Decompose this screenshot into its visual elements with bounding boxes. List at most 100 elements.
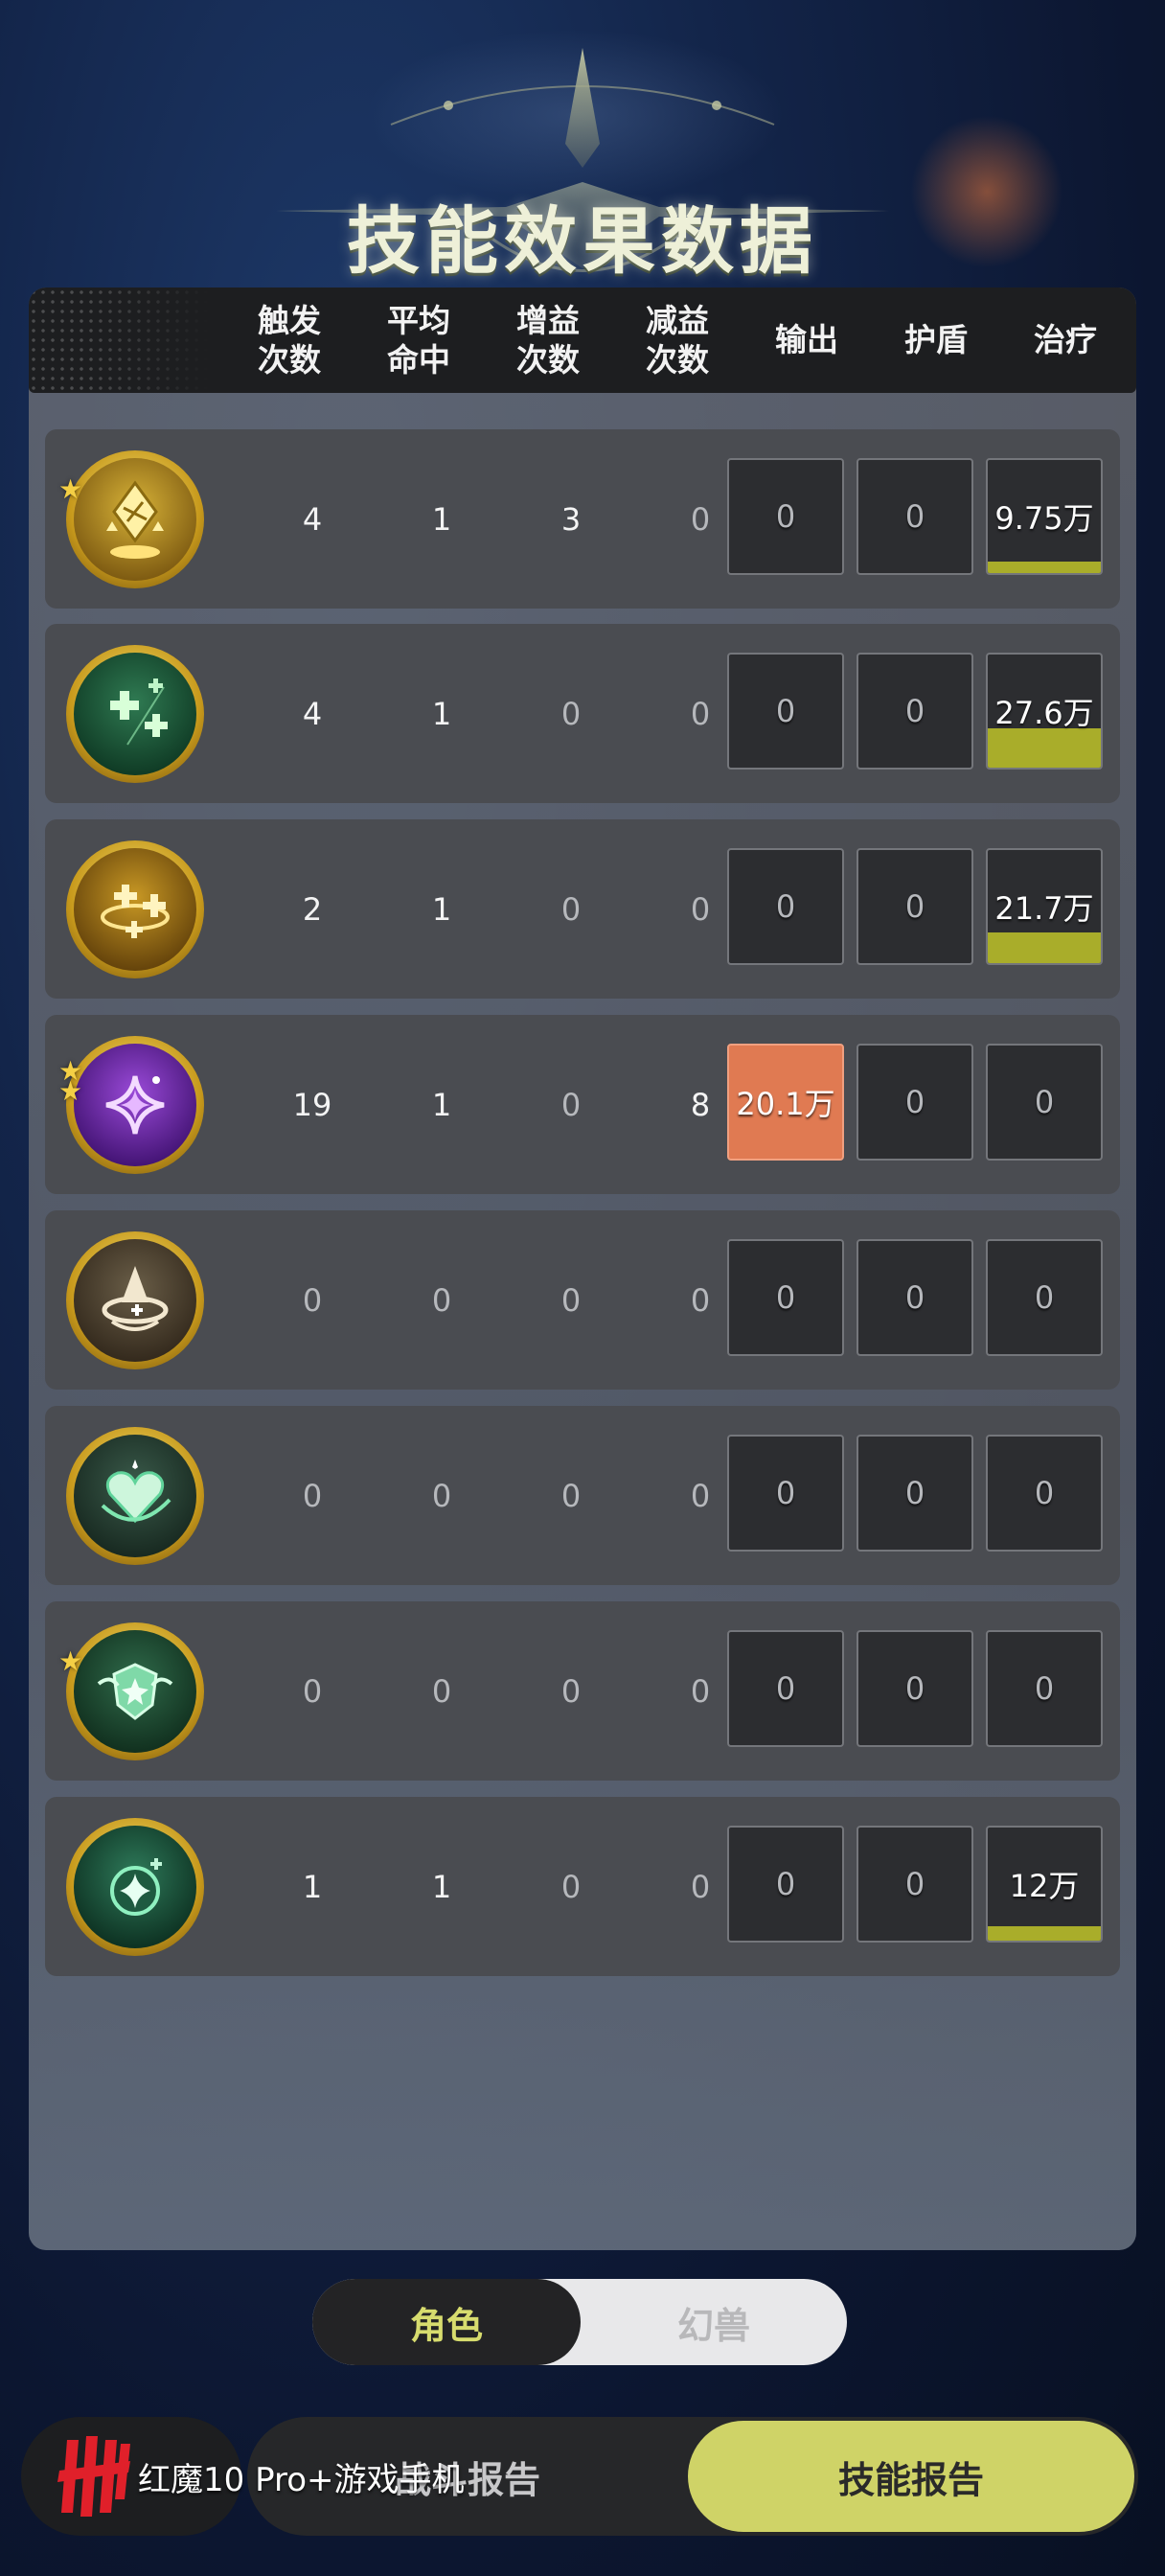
shield-value: 0 bbox=[904, 1670, 925, 1707]
skill-icon-frame[interactable] bbox=[66, 1427, 204, 1565]
skill-icon-frame[interactable] bbox=[66, 450, 204, 588]
heal-cell[interactable]: 27.6万 bbox=[986, 653, 1103, 770]
skill-row: ★ 0 0 0 0 0 0 0 bbox=[45, 1601, 1120, 1781]
heal-value: 27.6万 bbox=[994, 695, 1094, 731]
buff-count-value: 0 bbox=[560, 695, 582, 732]
trigger-count-value: 4 bbox=[302, 500, 323, 538]
heal-value: 12万 bbox=[1009, 1868, 1080, 1904]
shield-cell[interactable]: 0 bbox=[857, 848, 973, 965]
brand-watermark-text: 红魔10 Pro+游戏手机 bbox=[138, 2461, 465, 2499]
trigger-count-value: 4 bbox=[302, 695, 323, 732]
heal-cell[interactable]: 0 bbox=[986, 1435, 1103, 1552]
average-hit-value: 1 bbox=[431, 890, 452, 928]
heal-value: 0 bbox=[1034, 1670, 1055, 1707]
shield-cell[interactable]: 0 bbox=[857, 1435, 973, 1552]
heal-cell[interactable]: 0 bbox=[986, 1239, 1103, 1356]
output-value: 20.1万 bbox=[736, 1086, 835, 1122]
skill-icon-frame[interactable] bbox=[66, 1622, 204, 1760]
skill-row: 2 1 0 0 0 0 21.7万 bbox=[45, 819, 1120, 999]
shield-cell[interactable]: 0 bbox=[857, 458, 973, 575]
trigger-count-value: 0 bbox=[302, 1477, 323, 1514]
buff-count-value: 0 bbox=[560, 1868, 582, 1905]
output-value: 0 bbox=[775, 888, 796, 925]
heal-value: 21.7万 bbox=[994, 890, 1094, 927]
column-header-buff-count: 增益 次数 bbox=[516, 301, 580, 379]
heal-cell[interactable]: 0 bbox=[986, 1630, 1103, 1747]
skill-icon-frame[interactable] bbox=[66, 1036, 204, 1174]
shield-value: 0 bbox=[904, 1866, 925, 1902]
shield-value: 0 bbox=[904, 1084, 925, 1120]
buff-count-value: 0 bbox=[560, 1086, 582, 1123]
heal-bar bbox=[988, 932, 1101, 963]
average-hit-value: 1 bbox=[431, 500, 452, 538]
trigger-count-value: 1 bbox=[302, 1868, 323, 1905]
skill-row: 1 1 0 0 0 0 12万 bbox=[45, 1797, 1120, 1976]
column-header-heal: 治疗 bbox=[1034, 321, 1097, 359]
shield-cell[interactable]: 0 bbox=[857, 1044, 973, 1161]
green-sparkle-cross-icon bbox=[74, 653, 196, 775]
buff-count-value: 3 bbox=[560, 500, 582, 538]
output-cell[interactable]: 0 bbox=[727, 1630, 844, 1747]
trigger-count-value: 0 bbox=[302, 1281, 323, 1319]
green-winged-shield-icon bbox=[74, 1630, 196, 1753]
tab-skill-report[interactable]: 技能报告 bbox=[688, 2421, 1134, 2532]
skill-icon-frame[interactable] bbox=[66, 840, 204, 978]
skill-row: 0000000 bbox=[45, 1406, 1120, 1585]
shield-value: 0 bbox=[904, 693, 925, 729]
shield-cell[interactable]: 0 bbox=[857, 653, 973, 770]
output-cell[interactable]: 20.1万 bbox=[727, 1044, 844, 1161]
skill-icon-frame[interactable] bbox=[66, 1231, 204, 1369]
green-heart-icon bbox=[74, 1435, 196, 1557]
average-hit-value: 1 bbox=[431, 695, 452, 732]
column-header-output: 输出 bbox=[775, 321, 838, 359]
heal-bar bbox=[988, 728, 1101, 768]
purple-four-point-star-icon bbox=[74, 1044, 196, 1166]
heal-bar bbox=[988, 1926, 1101, 1941]
column-header-trigger-count: 触发 次数 bbox=[258, 301, 321, 379]
heal-bar bbox=[988, 562, 1101, 573]
output-cell[interactable]: 0 bbox=[727, 1435, 844, 1552]
heal-value: 0 bbox=[1034, 1084, 1055, 1120]
toggle-beast-button[interactable]: 幻兽 bbox=[581, 2279, 847, 2365]
average-hit-value: 1 bbox=[431, 1868, 452, 1905]
output-cell[interactable]: 0 bbox=[727, 848, 844, 965]
output-cell[interactable]: 0 bbox=[727, 653, 844, 770]
heal-value: 9.75万 bbox=[994, 500, 1094, 537]
output-cell[interactable]: 0 bbox=[727, 1239, 844, 1356]
skill-row: ★ ★ 19 1 0 8 20.1万 0 0 bbox=[45, 1015, 1120, 1194]
page-title: 技能效果数据 bbox=[347, 198, 818, 284]
skill-icon-frame[interactable] bbox=[66, 1818, 204, 1956]
skill-icon-frame[interactable] bbox=[66, 645, 204, 783]
toggle-role-button[interactable]: 角色 bbox=[312, 2279, 581, 2365]
output-cell[interactable]: 0 bbox=[727, 458, 844, 575]
heal-cell[interactable]: 12万 bbox=[986, 1826, 1103, 1943]
output-cell[interactable]: 0 bbox=[727, 1826, 844, 1943]
skill-star-rank: ★ ★ bbox=[58, 1055, 83, 1107]
output-value: 0 bbox=[775, 1670, 796, 1707]
shield-cell[interactable]: 0 bbox=[857, 1826, 973, 1943]
output-value: 0 bbox=[775, 693, 796, 729]
output-value: 0 bbox=[775, 1475, 796, 1511]
skill-row: 4 1 0 0 0 0 27.6万 bbox=[45, 624, 1120, 803]
column-header-shield: 护盾 bbox=[904, 321, 968, 359]
skill-row: ★ 4 1 3 0 0 0 9.75万 bbox=[45, 429, 1120, 609]
heal-cell[interactable]: 0 bbox=[986, 1044, 1103, 1161]
trigger-count-value: 19 bbox=[292, 1086, 332, 1123]
green-sparkle-orb-icon bbox=[74, 1826, 196, 1948]
trigger-count-value: 0 bbox=[302, 1672, 323, 1710]
shield-value: 0 bbox=[904, 1475, 925, 1511]
skill-star-rank: ★ bbox=[58, 1645, 83, 1677]
output-value: 0 bbox=[775, 1279, 796, 1316]
buff-count-value: 0 bbox=[560, 1672, 582, 1710]
shield-cell[interactable]: 0 bbox=[857, 1630, 973, 1747]
trigger-count-value: 2 bbox=[302, 890, 323, 928]
shield-value: 0 bbox=[904, 1279, 925, 1316]
shield-cell[interactable]: 0 bbox=[857, 1239, 973, 1356]
header-pattern bbox=[29, 288, 211, 393]
role-beast-toggle[interactable]: 角色 幻兽 bbox=[312, 2279, 847, 2365]
heal-cell[interactable]: 9.75万 bbox=[986, 458, 1103, 575]
heal-cell[interactable]: 21.7万 bbox=[986, 848, 1103, 965]
table-header: 触发 次数 平均 命中 增益 次数 减益 次数 输出 护盾 治疗 bbox=[29, 288, 1136, 393]
output-value: 0 bbox=[775, 1866, 796, 1902]
column-header-average-hit: 平均 命中 bbox=[387, 301, 450, 379]
